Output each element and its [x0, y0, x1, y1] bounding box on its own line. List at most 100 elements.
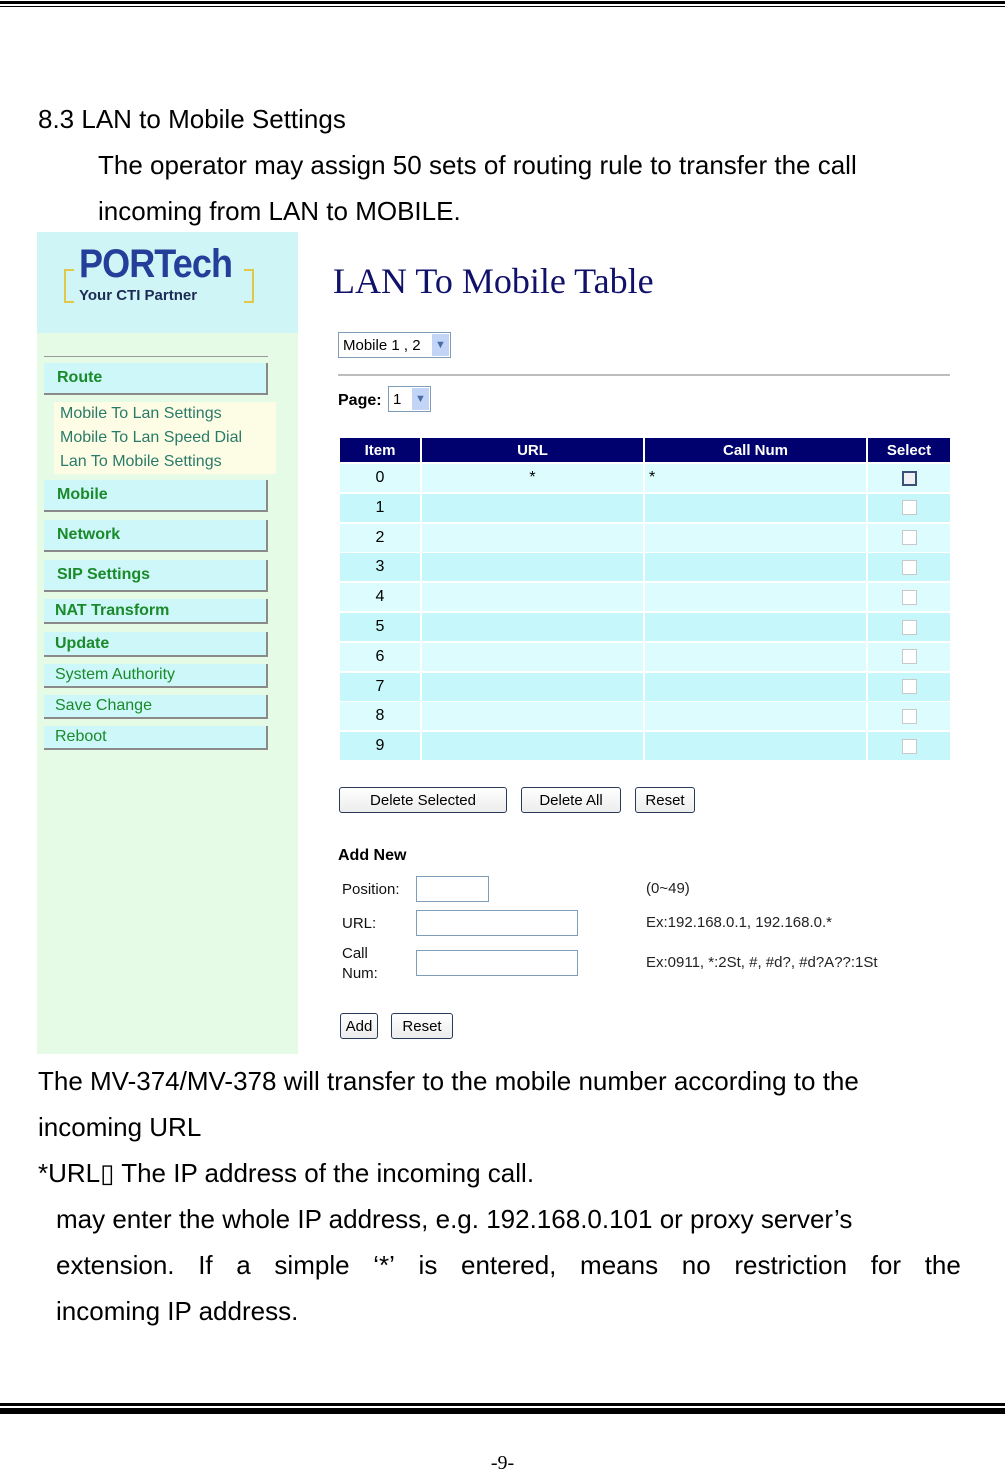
cell-call-num [645, 642, 866, 671]
route-submenu: Mobile To Lan Settings Mobile To Lan Spe… [54, 402, 276, 474]
word: extension. [56, 1250, 175, 1280]
row-select-checkbox[interactable] [901, 679, 917, 695]
cell-select [868, 553, 950, 582]
word: the [924, 1250, 961, 1280]
call-num-hint: Ex:0911, *:2St, #, #d?, #d?A??:1St [646, 954, 878, 971]
delete-selected-button[interactable]: Delete Selected [339, 787, 507, 813]
cell-call-num [645, 672, 866, 701]
cell-select [868, 672, 950, 701]
body-paragraph-line: The MV-374/MV-378 will transfer to the m… [38, 1066, 859, 1096]
delete-all-button[interactable]: Delete All [521, 787, 621, 813]
cell-url [422, 493, 643, 522]
call-num-label-line1: Call [342, 945, 368, 962]
column-header-call-num: Call Num [645, 438, 866, 462]
logo-bracket-right [244, 269, 254, 303]
row-select-checkbox[interactable] [901, 470, 917, 486]
table-row: 8 [340, 702, 950, 731]
cell-url [422, 553, 643, 582]
table-row: 3 [340, 553, 950, 582]
intro-paragraph-line: The operator may assign 50 sets of routi… [98, 150, 857, 180]
footer-rule-thin [0, 1403, 1005, 1406]
mobile-select-value: Mobile 1 , 2 [343, 336, 421, 354]
url-input[interactable] [416, 910, 578, 936]
cell-item: 5 [340, 613, 420, 641]
cell-select [868, 613, 950, 641]
cell-item: 8 [340, 702, 420, 731]
submenu-item-mobile-to-lan-speed-dial[interactable]: Mobile To Lan Speed Dial [54, 426, 276, 450]
cell-call-num [645, 493, 866, 522]
cell-call-num [645, 702, 866, 731]
cell-item: 7 [340, 672, 420, 701]
cell-item: 9 [340, 732, 420, 761]
table-row: 9 [340, 732, 950, 761]
row-select-checkbox[interactable] [901, 559, 917, 575]
add-button[interactable]: Add [340, 1013, 378, 1039]
cell-select [868, 493, 950, 522]
row-select-checkbox[interactable] [901, 708, 917, 724]
sidebar-item-update[interactable]: Update [44, 632, 268, 657]
cell-item: 0 [340, 464, 420, 492]
position-label: Position: [342, 881, 400, 898]
sidebar-item-save-change[interactable]: Save Change [44, 695, 268, 719]
sidebar-item-nat-transform[interactable]: NAT Transform [44, 599, 268, 624]
cell-url [422, 732, 643, 761]
cell-select [868, 523, 950, 552]
cell-select [868, 583, 950, 612]
embedded-screenshot: PORTech Your CTI Partner Route Mobile To… [37, 232, 959, 1054]
sidebar-item-network[interactable]: Network [44, 520, 268, 552]
cell-call-num [645, 583, 866, 612]
row-select-checkbox[interactable] [901, 619, 917, 635]
header-rule-thick [0, 1, 1005, 4]
page-select[interactable]: 1 ▼ [388, 386, 431, 412]
reset-form-button[interactable]: Reset [391, 1013, 453, 1039]
table-row: 7 [340, 672, 950, 701]
logo: PORTech Your CTI Partner [37, 232, 298, 333]
word: means [580, 1250, 659, 1280]
sidebar-item-sip-settings[interactable]: SIP Settings [44, 560, 268, 592]
row-select-checkbox[interactable] [901, 589, 917, 605]
sidebar-item-mobile[interactable]: Mobile [44, 480, 268, 512]
call-num-input[interactable] [416, 950, 578, 976]
word: simple [274, 1250, 350, 1280]
cell-select [868, 702, 950, 731]
submenu-item-lan-to-mobile-settings[interactable]: Lan To Mobile Settings [54, 450, 276, 474]
add-new-heading: Add New [338, 847, 407, 864]
body-paragraph-line: incoming IP address. [56, 1296, 299, 1326]
sidebar-item-system-authority[interactable]: System Authority [44, 664, 268, 688]
cell-item: 3 [340, 553, 420, 582]
submenu-item-mobile-to-lan-settings[interactable]: Mobile To Lan Settings [54, 402, 276, 426]
word: entered, [460, 1250, 557, 1280]
word: restriction [734, 1250, 848, 1280]
logo-bracket-left [64, 269, 74, 303]
chevron-down-icon[interactable]: ▼ [412, 388, 429, 410]
position-input[interactable] [416, 876, 489, 902]
cell-item: 6 [340, 642, 420, 671]
cell-select [868, 732, 950, 761]
column-header-url: URL [422, 438, 643, 462]
main-panel: LAN To Mobile Table Mobile 1 , 2 ▼ Page:… [298, 232, 959, 1054]
table-row: 2 [340, 523, 950, 552]
sidebar-item-route[interactable]: Route [44, 363, 268, 395]
sidebar-item-reboot[interactable]: Reboot [44, 726, 268, 750]
url-label: URL: [342, 915, 377, 932]
column-header-select: Select [868, 438, 950, 462]
row-select-checkbox[interactable] [901, 738, 917, 754]
cell-call-num: * [645, 464, 866, 492]
row-select-checkbox[interactable] [901, 649, 917, 665]
chevron-down-icon[interactable]: ▼ [432, 334, 449, 356]
page-title: LAN To Mobile Table [333, 261, 654, 301]
logo-wordmark: PORTech [79, 242, 233, 286]
mobile-select[interactable]: Mobile 1 , 2 ▼ [338, 332, 451, 358]
row-select-checkbox[interactable] [901, 530, 917, 546]
nav-divider [44, 356, 268, 357]
url-hint: Ex:192.168.0.1, 192.168.0.* [646, 914, 832, 931]
table-row: 0 * * [340, 464, 950, 492]
table-row: 5 [340, 613, 950, 641]
sidebar: PORTech Your CTI Partner Route Mobile To… [37, 232, 298, 1054]
cell-select [868, 464, 950, 492]
reset-table-button[interactable]: Reset [635, 787, 695, 813]
call-num-label-line2: Num: [342, 965, 378, 982]
row-select-checkbox[interactable] [901, 500, 917, 516]
cell-select [868, 642, 950, 671]
table-row: 4 [340, 583, 950, 612]
